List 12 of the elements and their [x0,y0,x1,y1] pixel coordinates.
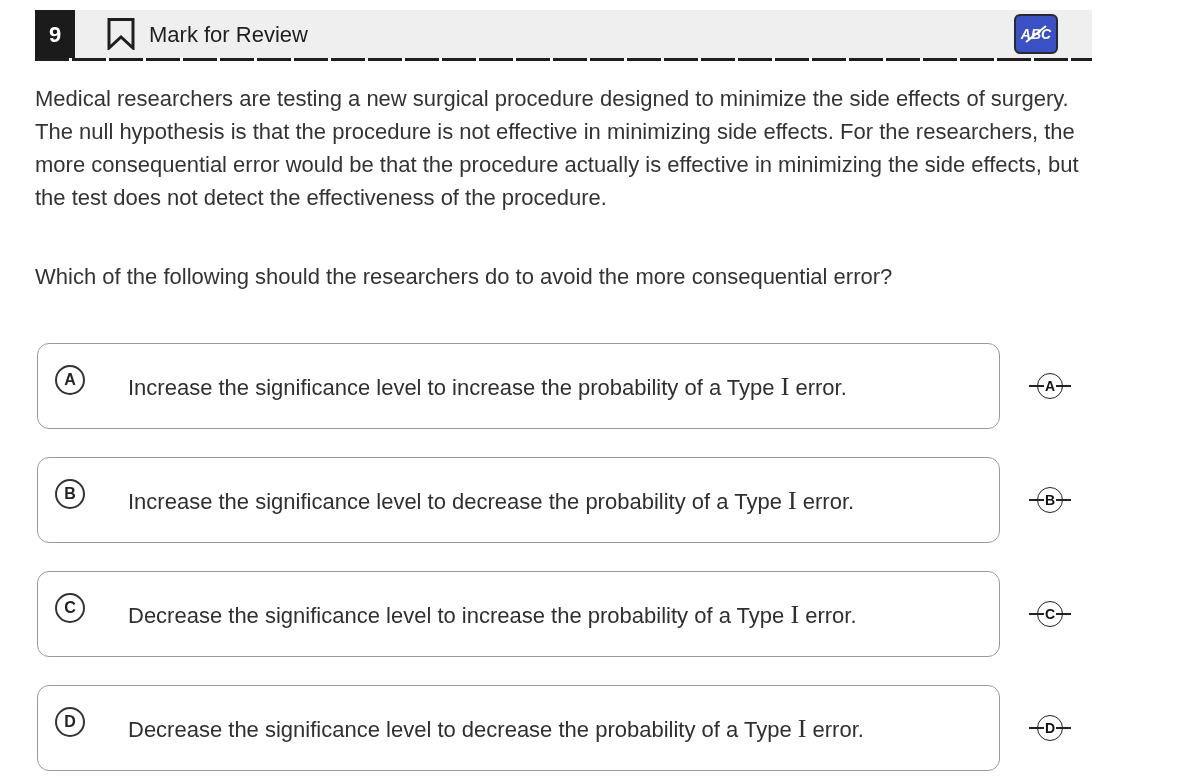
choice-letter: A [55,365,85,395]
choice-letter: D [55,707,85,737]
mark-for-review-button[interactable]: Mark for Review [107,17,308,51]
question-passage: Medical researchers are testing a new surgical procedure designed to minimize the side effects of surgery. The null hypothesis is that the procedure is not effective in minimizing side effects. For the researchers, the more consequential error would be that the procedure actually is effective in minimizing the side effects, but the test does not detect the effectiveness of the procedure. [35,85,1080,212]
answer-choice[interactable]: C Decrease the significance level to increase the probability of a Type I error. [37,571,1000,657]
answer-choice[interactable]: A Increase the significance level to increase the probability of a Type I error. [37,343,1000,429]
answer-choice[interactable]: D Decrease the significance level to decrease the probability of a Type I error. [37,685,1000,771]
answer-choice[interactable]: B Increase the significance level to decrease the probability of a Type I error. [37,457,1000,543]
choice-letter: C [55,593,85,623]
choice-letter: B [55,479,85,509]
question-number: 9 [35,10,75,58]
question-prompt: Which of the following should the researchers do to avoid the more consequential error? [35,263,894,291]
